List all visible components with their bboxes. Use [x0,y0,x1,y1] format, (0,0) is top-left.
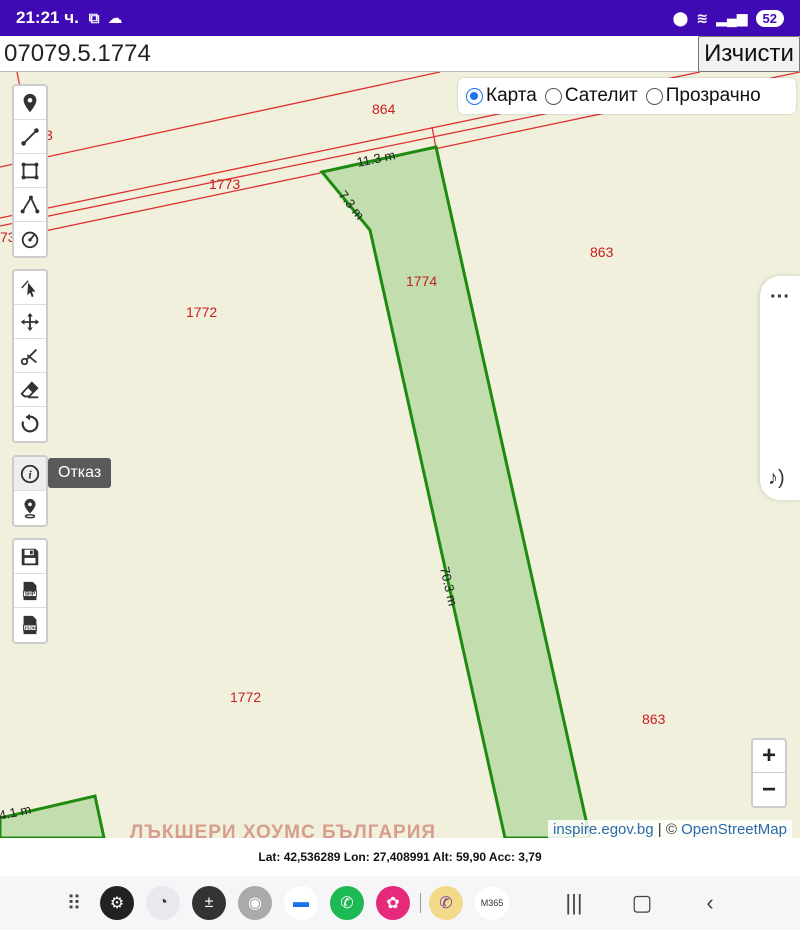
cut-tool[interactable] [14,339,46,373]
android-navbar: ⠿ ⚙ ◔ ± ◉ ▬ ✆ ✿ ✆ M365 ||| ▢ ‹ [0,876,800,930]
json-icon: JSON [23,615,37,635]
more-icon[interactable]: ··· [760,286,800,309]
layer-option-map[interactable]: Карта [466,85,537,107]
battery-indicator: 52 [755,9,784,27]
layer-switcher: Карта Сателит Прозрачно [458,78,796,114]
marker-tool[interactable] [14,86,46,120]
gallery-app-icon[interactable]: ✿ [376,886,410,920]
signal-icon: ▂▄▆ [716,9,748,26]
cloud-icon: ☁ [107,10,123,27]
radio-transparent[interactable] [645,87,663,105]
move-icon [20,312,40,331]
parcel-label-1774: 1774 [406,273,437,289]
parcel-label-1772-bottom: 1772 [230,689,261,705]
layer-option-transparent[interactable]: Прозрачно [645,85,761,107]
move-tool[interactable] [14,305,46,339]
info-tool[interactable]: i [14,457,46,491]
svg-text:i: i [28,467,32,481]
polyline-tool[interactable] [14,120,46,154]
edit-toolbar [12,269,48,443]
circle-icon [21,231,39,249]
info-icon: i [20,464,40,483]
rectangle-icon [21,162,39,179]
parcel-label-1772-top: 1772 [186,304,217,320]
rectangle-tool[interactable] [14,154,46,188]
back-button[interactable]: ‹ [695,890,725,916]
messages-app-icon[interactable]: ▬ [284,886,318,920]
attribution-osm-link[interactable]: OpenStreetMap [681,821,787,838]
polyline-icon [21,127,39,146]
shp-export-tool[interactable]: SHP [14,574,46,608]
scissors-icon [20,348,38,365]
app-drawer-icon[interactable]: ⠿ [62,886,86,920]
parcel-label-864: 864 [372,101,396,117]
zoom-control: + − [751,738,787,808]
navbar-separator [420,893,421,913]
home-button[interactable]: ▢ [627,890,657,916]
status-time: 21:21 ч. [16,8,79,27]
settings-app-icon[interactable]: ⚙ [100,886,134,920]
save-tool[interactable] [14,540,46,574]
rotate-icon [21,413,39,433]
circle-tool[interactable] [14,222,46,256]
radio-map[interactable] [466,87,483,105]
m365-app-icon[interactable]: M365 [475,886,509,920]
layer-option-satellite[interactable]: Сателит [544,85,638,107]
recents-button[interactable]: ||| [559,890,589,916]
viber-app-icon[interactable]: ✆ [429,886,463,920]
map-canvas: 864 1773 73 3 863 1774 1772 1772 863 11.… [0,72,800,838]
info-toolbar: i [12,455,48,527]
draw-toolbar [12,84,48,258]
svg-text:SHP: SHP [25,591,36,597]
zoom-in-button[interactable]: + [753,740,785,773]
polygon-tool[interactable] [14,188,46,222]
tooltip: Отказ [48,458,112,488]
parcel-1774-shape [319,145,592,838]
status-bar: 21:21 ч. ⧉ ☁ ⬤ ≋ ▂▄▆ 52 [0,0,800,36]
map-attribution: inspire.egov.bg | © OpenStreetMap [548,820,792,839]
json-export-tool[interactable]: JSON [14,608,46,642]
attribution-source-link[interactable]: inspire.egov.bg [553,821,654,838]
save-icon [21,548,39,565]
wifi-icon: ≋ [696,9,709,26]
rotate-tool[interactable] [14,407,46,441]
shp-icon: SHP [23,581,37,600]
search-bar: Изчисти [0,36,800,72]
zoom-out-button[interactable]: − [753,773,785,806]
export-toolbar: SHP JSON [12,538,48,644]
map-view[interactable]: 864 1773 73 3 863 1774 1772 1772 863 11.… [0,72,800,838]
parcel-label-863-bottom: 863 [642,711,666,727]
marker-icon [23,93,37,112]
parcel-label-863-top: 863 [590,244,614,260]
location-icon: ⬤ [672,9,689,26]
svg-text:JSON: JSON [24,626,36,631]
location-pin-icon [24,498,36,519]
camera-app-icon[interactable]: ◉ [238,886,272,920]
screenshot-icon: ⧉ [88,9,100,27]
sound-icon[interactable]: ♪) [768,467,785,490]
edit-select-tool[interactable] [14,271,46,305]
phone-app-icon[interactable]: ✆ [330,886,364,920]
polygon-icon [20,195,40,213]
calculator-app-icon[interactable]: ± [192,886,226,920]
gps-coordinates: Lat: 42,536289 Lon: 27,408991 Alt: 59,90… [0,838,800,876]
eraser-icon [20,380,39,398]
edge-panel[interactable]: ··· ♪) [760,276,800,500]
radio-satellite[interactable] [544,87,562,105]
search-input[interactable] [0,36,698,71]
parcel-label-1773: 1773 [209,176,240,192]
cursor-icon [21,279,36,297]
location-tool[interactable] [14,491,46,525]
clear-button[interactable]: Изчисти [698,36,800,72]
erase-tool[interactable] [14,373,46,407]
clock-app-icon[interactable]: ◔ [146,886,180,920]
